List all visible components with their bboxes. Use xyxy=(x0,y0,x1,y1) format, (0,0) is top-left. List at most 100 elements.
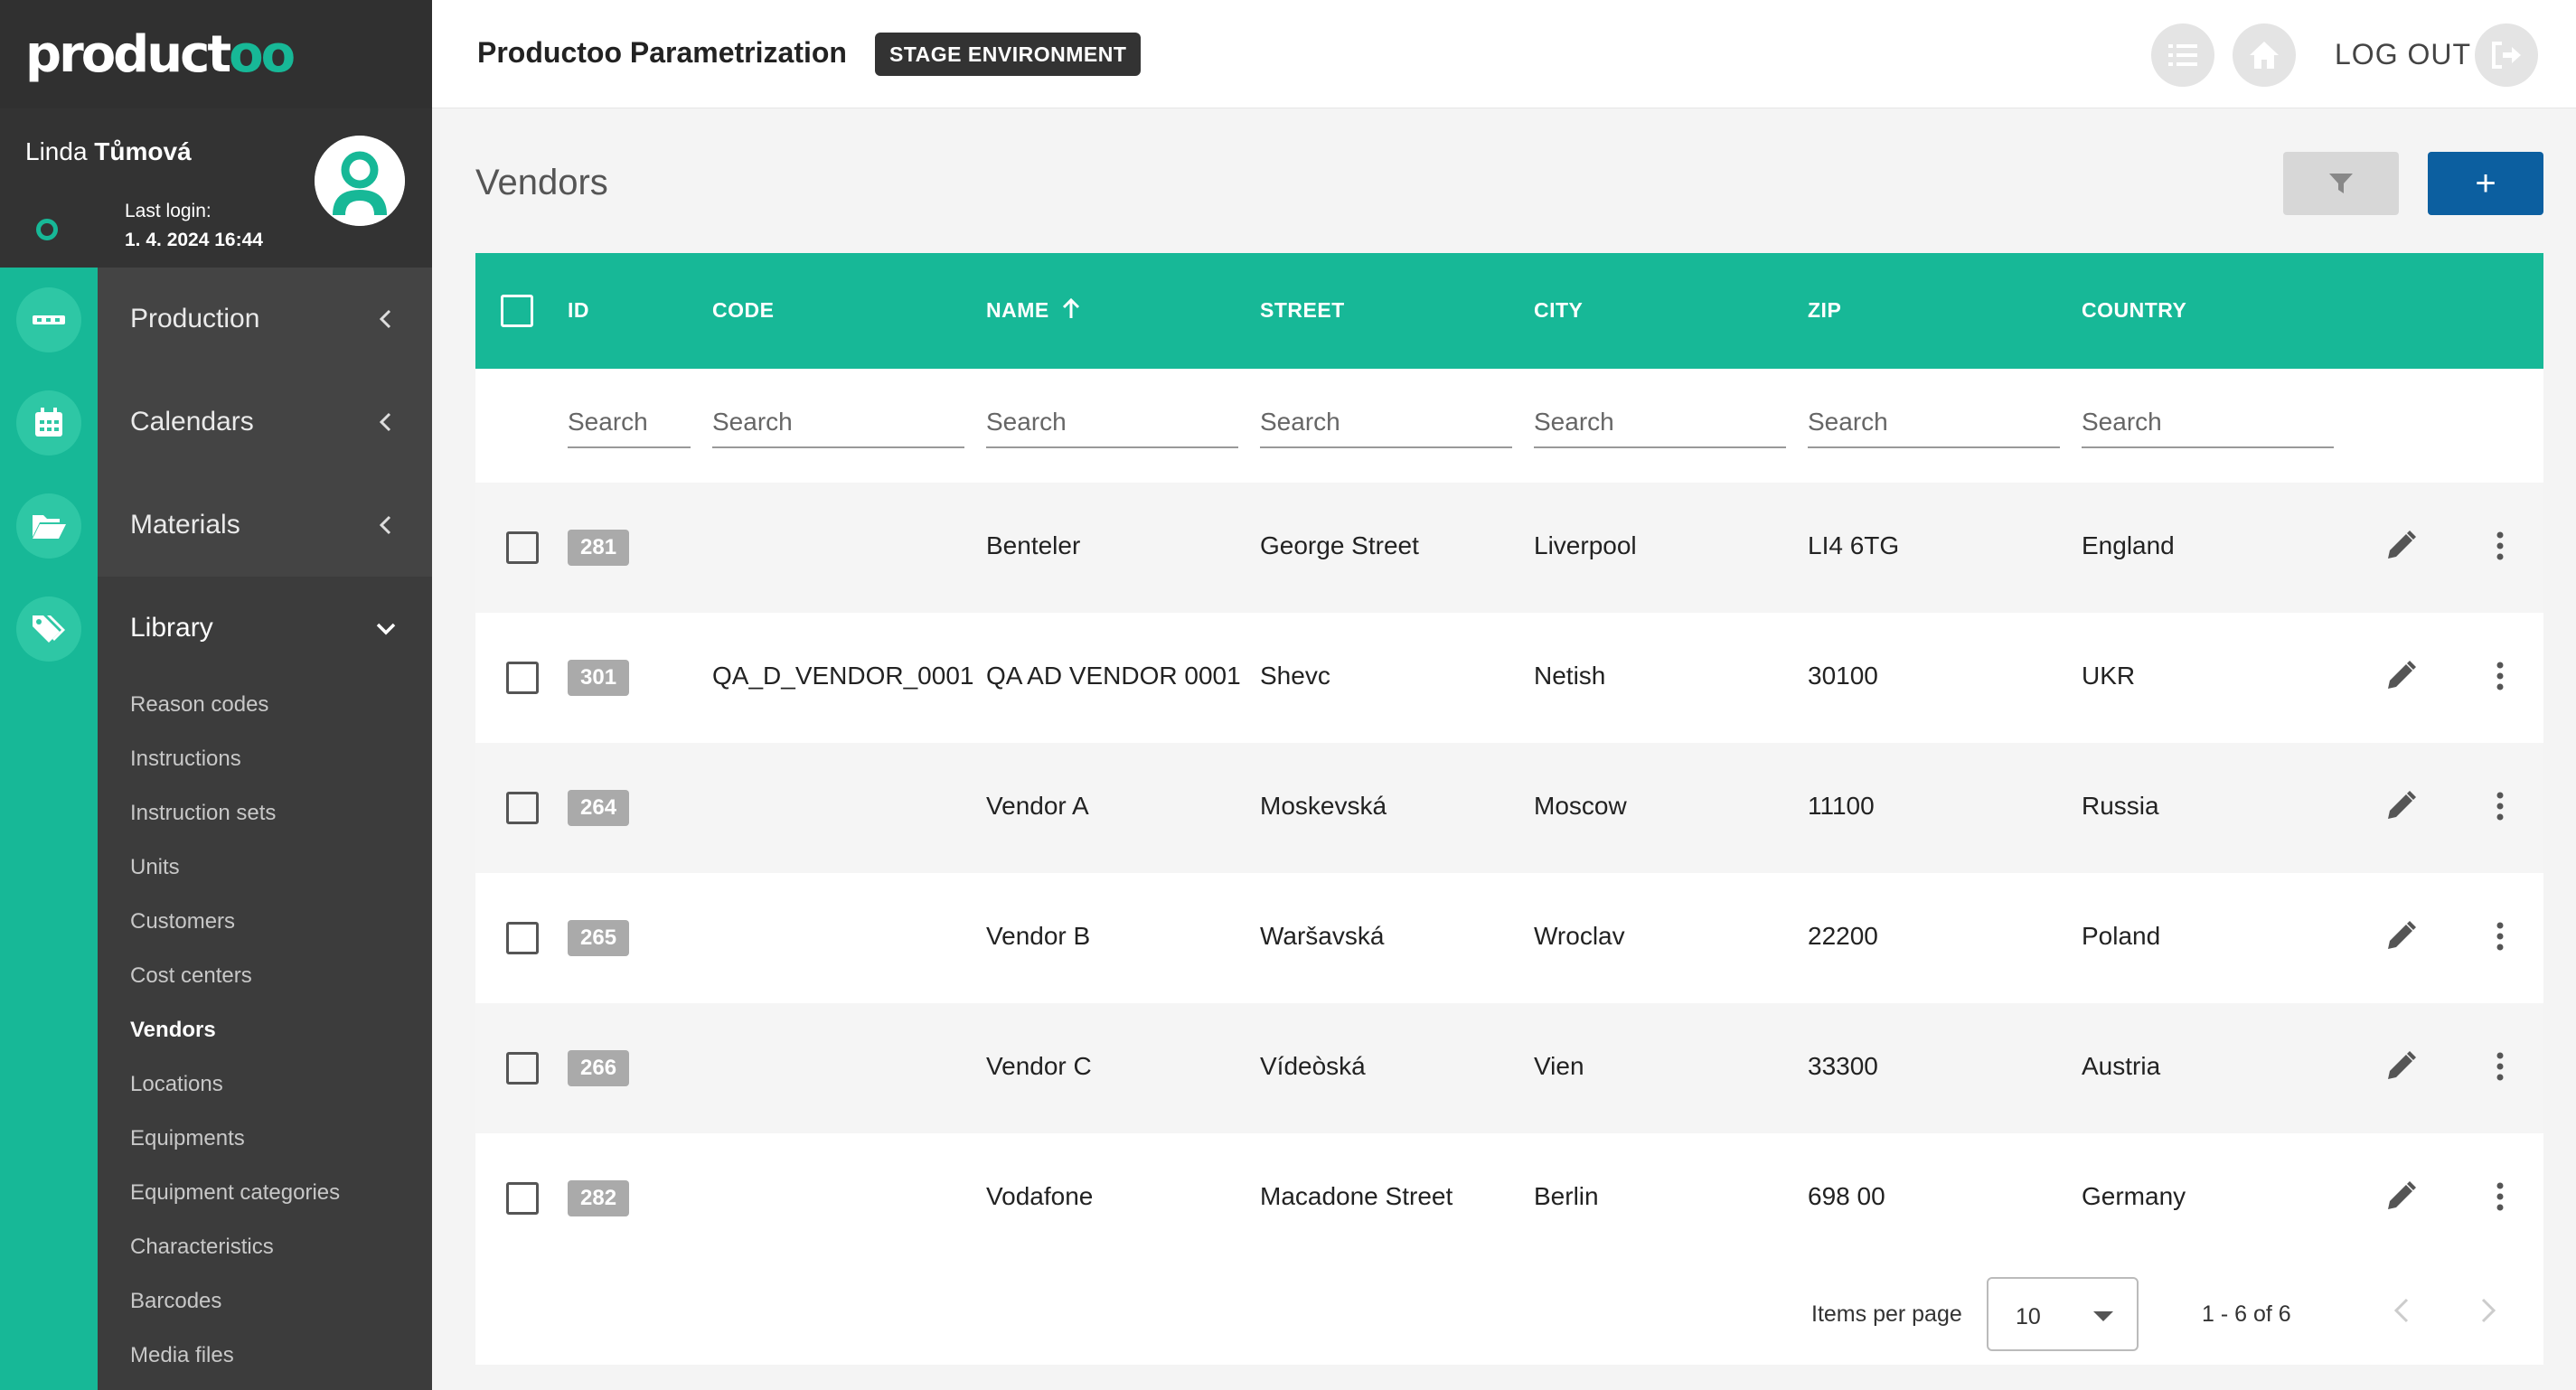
cell-country: UKR xyxy=(2082,662,2136,690)
search-input-zip[interactable] xyxy=(1808,398,2060,448)
sidebar-item-characteristics[interactable]: Characteristics xyxy=(130,1235,274,1260)
sidebar-item-equipment-categories[interactable]: Equipment categories xyxy=(130,1180,340,1206)
nav-item-library[interactable]: Library xyxy=(98,577,432,680)
chevron-left-icon xyxy=(379,309,391,329)
more-vertical-icon[interactable] xyxy=(2482,528,2518,564)
page-range-label: 1 - 6 of 6 xyxy=(2202,1301,2291,1327)
cell-city: Vien xyxy=(1534,1052,1584,1080)
production-icon[interactable] xyxy=(16,287,81,352)
table-row[interactable]: 265 Vendor B Waršavská Wroclav 22200 Pol… xyxy=(475,873,2543,1003)
search-input-code[interactable] xyxy=(712,398,964,448)
environment-badge: STAGE ENVIRONMENT xyxy=(875,33,1142,76)
sidebar-item-media-files[interactable]: Media files xyxy=(130,1343,234,1368)
cell-zip: 33300 xyxy=(1808,1052,1878,1080)
more-vertical-icon[interactable] xyxy=(2482,918,2518,954)
cell-country: Poland xyxy=(2082,922,2161,950)
more-vertical-icon[interactable] xyxy=(2482,788,2518,824)
sidebar-item-barcodes[interactable]: Barcodes xyxy=(130,1289,221,1314)
edit-pencil-icon[interactable] xyxy=(2383,788,2419,824)
last-login-value: 1. 4. 2024 16:44 xyxy=(125,230,263,250)
logout-link[interactable]: LOG OUT xyxy=(2335,38,2471,71)
id-badge: 264 xyxy=(568,790,630,826)
edit-pencil-icon[interactable] xyxy=(2383,918,2419,954)
sign-out-icon xyxy=(2492,42,2521,69)
search-input-name[interactable] xyxy=(986,398,1238,448)
column-header-street[interactable]: STREET xyxy=(1260,298,1345,323)
row-checkbox[interactable] xyxy=(506,792,539,824)
chevron-down-icon xyxy=(376,623,396,635)
sidebar-item-reason-codes[interactable]: Reason codes xyxy=(130,692,268,718)
edit-pencil-icon[interactable] xyxy=(2383,1179,2419,1215)
column-header-zip[interactable]: ZIP xyxy=(1808,298,1841,323)
cell-zip: 11100 xyxy=(1808,792,1875,820)
column-header-city[interactable]: CITY xyxy=(1534,298,1583,323)
cell-country: Germany xyxy=(2082,1182,2186,1210)
tags-icon[interactable] xyxy=(16,596,81,662)
search-input-street[interactable] xyxy=(1260,398,1512,448)
sidebar-item-locations[interactable]: Locations xyxy=(130,1072,223,1097)
cell-city: Liverpool xyxy=(1534,531,1637,559)
column-header-id[interactable]: ID xyxy=(568,298,589,323)
row-checkbox[interactable] xyxy=(506,1052,539,1085)
sidebar-item-vendors[interactable]: Vendors xyxy=(130,1018,216,1043)
list-menu-button[interactable] xyxy=(2151,23,2214,87)
row-checkbox[interactable] xyxy=(506,531,539,564)
table-row[interactable]: 301 QA_D_VENDOR_0001 QA AD VENDOR 0001 S… xyxy=(475,613,2543,743)
add-vendor-button[interactable]: + xyxy=(2428,152,2543,215)
logo[interactable]: productoo xyxy=(25,24,296,84)
sidebar: productoo Linda Tůmová Last login: 1. 4.… xyxy=(0,0,432,1390)
more-vertical-icon[interactable] xyxy=(2482,658,2518,694)
next-page-icon[interactable] xyxy=(2469,1292,2505,1329)
column-header-country[interactable]: COUNTRY xyxy=(2082,298,2186,323)
sidebar-item-cost-centers[interactable]: Cost centers xyxy=(130,963,252,989)
sidebar-item-instruction-sets[interactable]: Instruction sets xyxy=(130,801,276,826)
sidebar-item-instructions[interactable]: Instructions xyxy=(130,747,241,772)
search-input-country[interactable] xyxy=(2082,398,2334,448)
row-checkbox[interactable] xyxy=(506,922,539,954)
search-input-city[interactable] xyxy=(1534,398,1786,448)
page-size-select[interactable]: 10 xyxy=(1987,1277,2139,1351)
id-badge: 301 xyxy=(568,660,630,696)
column-header-name-label: NAME xyxy=(986,298,1049,322)
more-vertical-icon[interactable] xyxy=(2482,1048,2518,1085)
sidebar-item-units[interactable]: Units xyxy=(130,855,180,880)
row-checkbox[interactable] xyxy=(506,1182,539,1215)
cell-street: Shevc xyxy=(1260,662,1330,690)
column-header-name[interactable]: NAME xyxy=(986,297,1081,323)
select-all-checkbox[interactable] xyxy=(501,295,533,327)
nav-item-production[interactable]: Production xyxy=(98,268,432,371)
table-row[interactable]: 266 Vendor C Vídeòská Vien 33300 Austria xyxy=(475,1003,2543,1133)
cell-country: Russia xyxy=(2082,792,2159,820)
search-input-id[interactable] xyxy=(568,398,691,448)
nav-item-calendars[interactable]: Calendars xyxy=(98,371,432,474)
edit-pencil-icon[interactable] xyxy=(2383,528,2419,564)
table-row[interactable]: 281 Benteler George Street Liverpool LI4… xyxy=(475,483,2543,613)
cell-street: Moskevská xyxy=(1260,792,1387,820)
avatar[interactable] xyxy=(315,136,405,226)
page-size-value: 10 xyxy=(2016,1304,2041,1329)
edit-pencil-icon[interactable] xyxy=(2383,1048,2419,1085)
nav-item-materials[interactable]: Materials xyxy=(98,474,432,577)
previous-page-icon[interactable] xyxy=(2384,1292,2421,1329)
logout-button[interactable] xyxy=(2475,23,2538,87)
table-row[interactable]: 282 Vodafone Macadone Street Berlin 698 … xyxy=(475,1133,2543,1263)
logo-accent: oo xyxy=(229,24,296,84)
cell-city: Wroclav xyxy=(1534,922,1625,950)
logo-text: productoo xyxy=(25,24,296,84)
sort-ascending-icon xyxy=(1062,297,1079,318)
sidebar-item-customers[interactable]: Customers xyxy=(130,909,235,934)
calendar-icon[interactable] xyxy=(16,390,81,456)
more-vertical-icon[interactable] xyxy=(2482,1179,2518,1215)
sidebar-item-equipments[interactable]: Equipments xyxy=(130,1126,245,1151)
column-header-code[interactable]: CODE xyxy=(712,298,774,323)
row-checkbox[interactable] xyxy=(506,662,539,694)
items-per-page-label: Items per page xyxy=(1811,1301,1962,1327)
folder-open-icon[interactable] xyxy=(16,493,81,559)
id-badge: 281 xyxy=(568,530,630,566)
last-login-label: Last login: xyxy=(125,201,212,221)
edit-pencil-icon[interactable] xyxy=(2383,658,2419,694)
filter-button[interactable] xyxy=(2283,152,2399,215)
table-row[interactable]: 264 Vendor A Moskevská Moscow 11100 Russ… xyxy=(475,743,2543,873)
home-button[interactable] xyxy=(2233,23,2296,87)
logo-bar: productoo xyxy=(0,0,432,108)
